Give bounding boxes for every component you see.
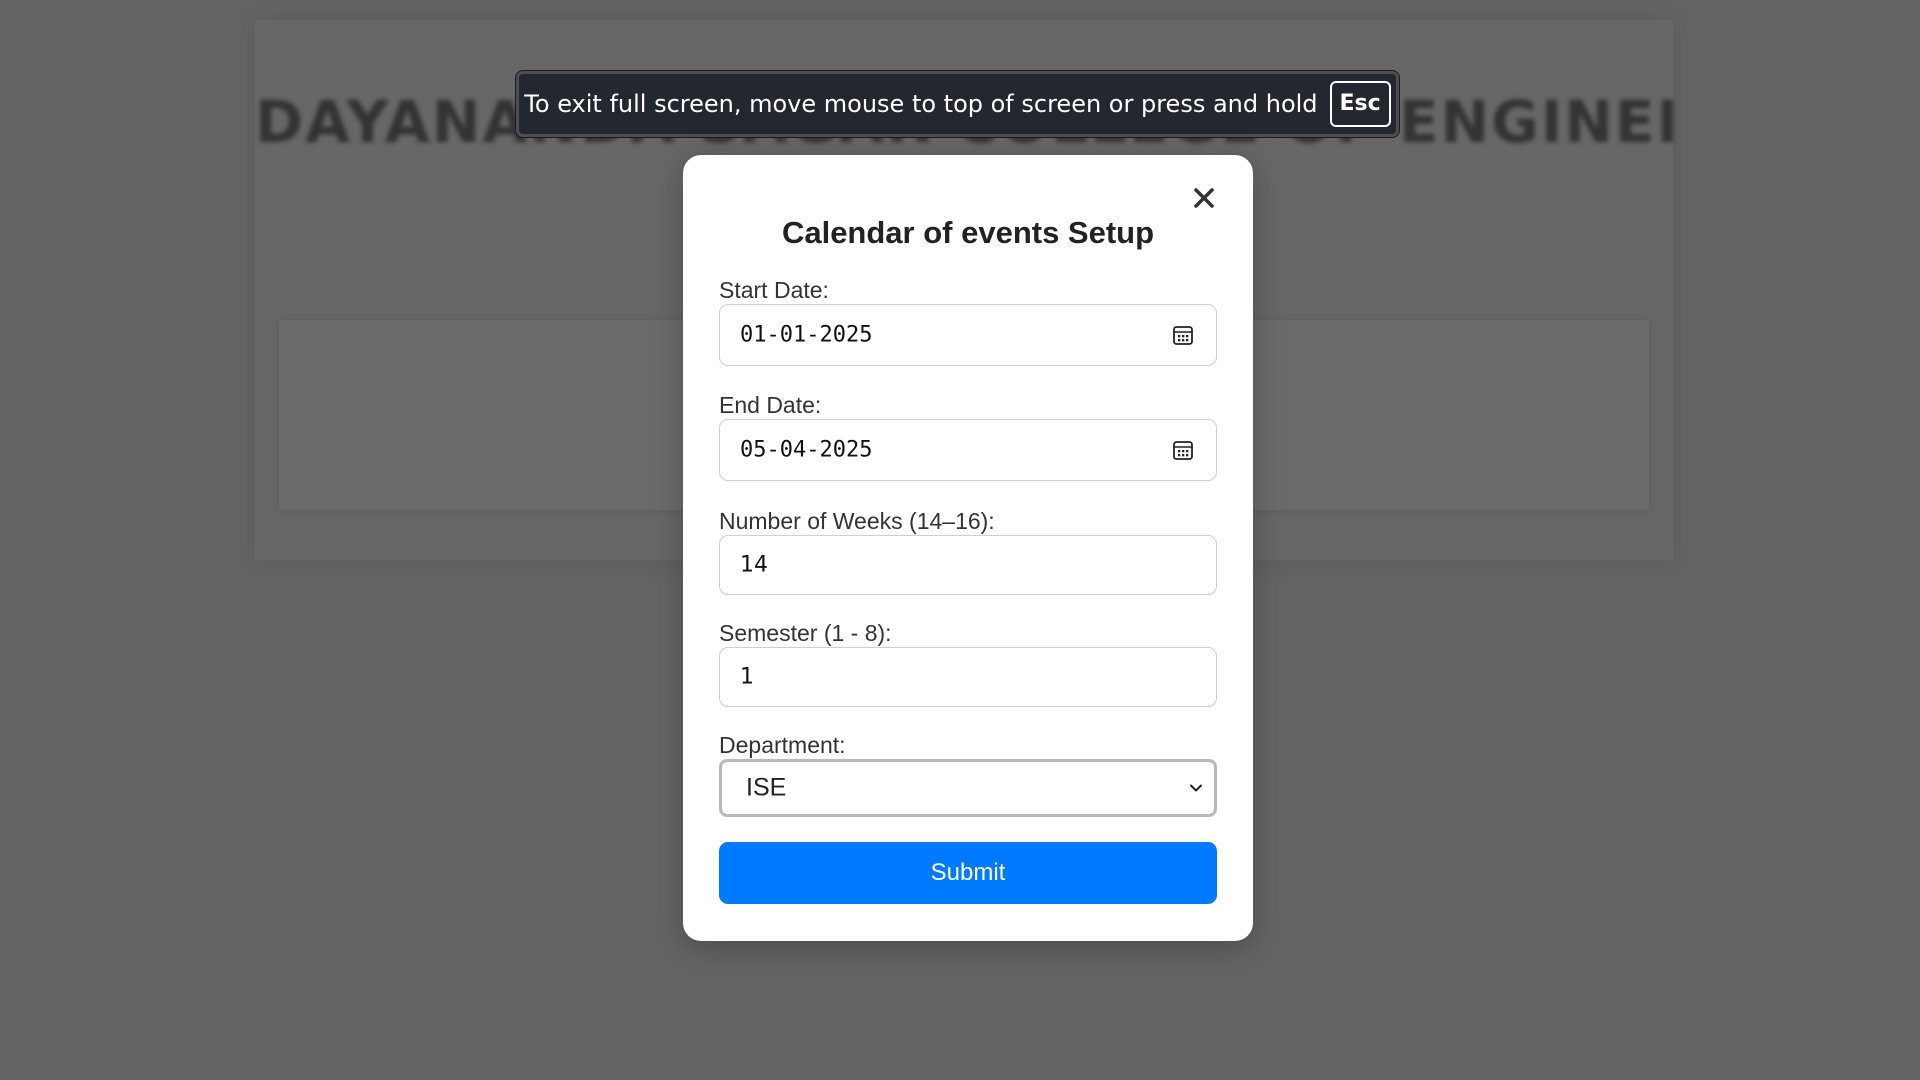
start-date-label: Start Date: — [719, 277, 829, 303]
end-date-input[interactable]: 05-04-2025 — [719, 419, 1217, 481]
department-selected-value: ISE — [746, 773, 787, 802]
semester-value: 1 — [740, 664, 754, 690]
fullscreen-notice: To exit full screen, move mouse to top o… — [516, 71, 1399, 137]
calendar-icon[interactable] — [1172, 324, 1194, 346]
weeks-label: Number of Weeks (14–16): — [719, 508, 995, 534]
modal-title: Calendar of events Setup — [781, 215, 1155, 250]
department-select[interactable]: ISE — [719, 759, 1217, 817]
calendar-icon[interactable] — [1172, 439, 1194, 461]
fullscreen-notice-text: To exit full screen, move mouse to top o… — [524, 90, 1318, 118]
end-date-value: 05-04-2025 — [740, 437, 873, 463]
end-date-label: End Date: — [719, 392, 822, 418]
weeks-input[interactable]: 14 — [719, 535, 1217, 595]
chevron-down-icon — [1188, 780, 1204, 796]
start-date-input[interactable]: 01-01-2025 — [719, 304, 1217, 366]
esc-key-badge: Esc — [1329, 81, 1391, 127]
start-date-value: 01-01-2025 — [740, 322, 873, 348]
calendar-setup-modal: Calendar of events Setup Start Date: 01-… — [683, 155, 1253, 941]
weeks-value: 14 — [740, 552, 768, 578]
close-icon[interactable] — [1189, 183, 1219, 213]
semester-input[interactable]: 1 — [719, 647, 1217, 707]
department-label: Department: — [719, 732, 846, 758]
semester-label: Semester (1 - 8): — [719, 620, 892, 646]
submit-button[interactable]: Submit — [719, 842, 1217, 904]
